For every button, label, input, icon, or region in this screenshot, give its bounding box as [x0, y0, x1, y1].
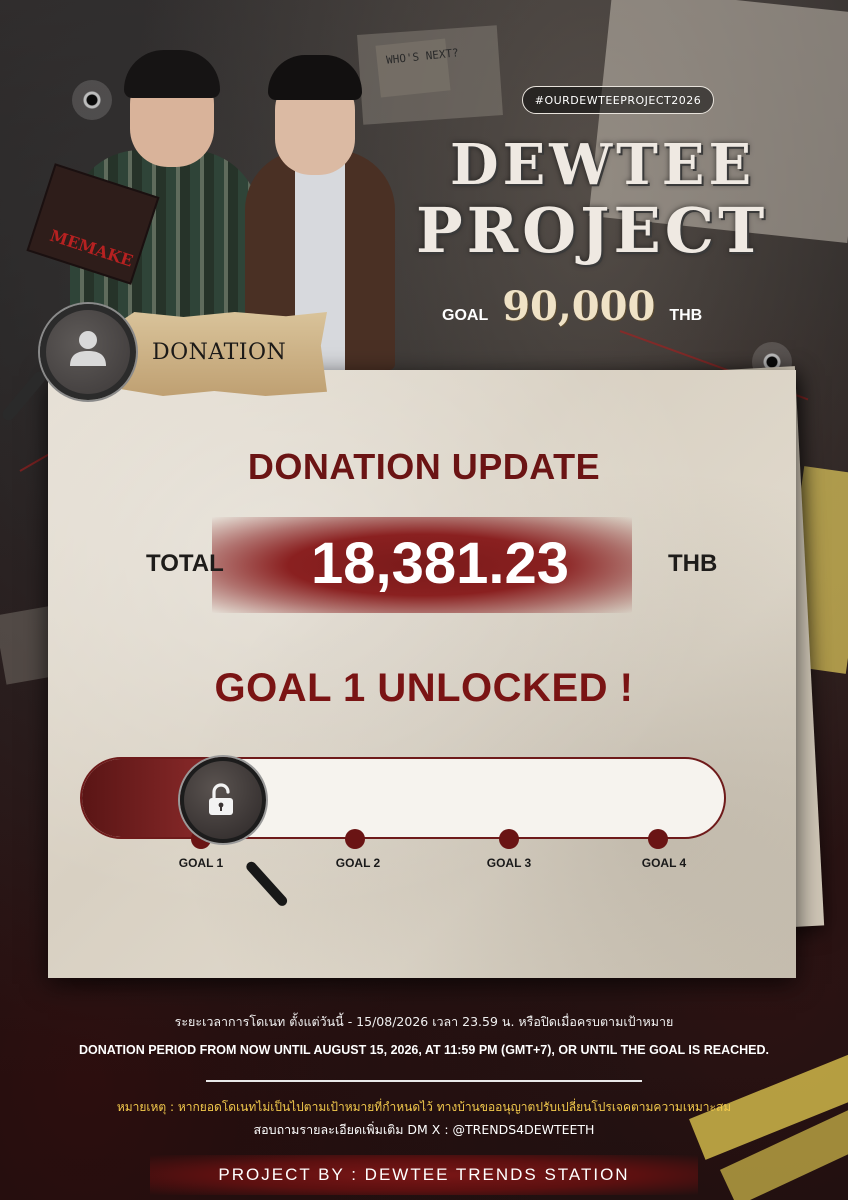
goal-marker-2: [345, 829, 365, 849]
project-title-line2: PROJECT: [416, 194, 769, 267]
hashtag-pill: #OURDEWTEEPROJECT2026: [522, 86, 714, 114]
donation-tag-label: DONATION: [152, 340, 287, 365]
goal-label: GOAL: [442, 307, 489, 324]
update-title: DONATION UPDATE: [247, 446, 601, 487]
goal-unit: THB: [669, 307, 703, 324]
goal-status: GOAL 1 UNLOCKED !: [214, 666, 634, 710]
goal-label-4: GOAL 4: [641, 856, 687, 870]
total-unit: THB: [668, 550, 718, 577]
total-label: TOTAL: [146, 550, 224, 577]
unlocked-padlock-icon: [209, 783, 233, 815]
goal-label-1: GOAL 1: [178, 856, 224, 870]
donation-period-english: DONATION PERIOD FROM NOW UNTIL AUGUST 15…: [78, 1043, 769, 1057]
contact-text: สอบถามรายละเอียดเพิ่มเติม DM X : @TRENDS…: [253, 1122, 595, 1137]
note-text: หมายเหตุ : หากยอดโดเนทไม่เป็นไปตามเป้าหม…: [116, 1100, 732, 1114]
project-title-line1: DEWTEE: [450, 132, 756, 198]
donation-period-thai: ระยะเวลาการโดเนท ตั้งแต่วันนี้ - 15/08/2…: [174, 1014, 674, 1029]
progress-bar: [80, 757, 726, 839]
goal-marker-4: [648, 829, 668, 849]
goal-marker-3: [499, 829, 519, 849]
divider: [206, 1080, 642, 1082]
user-icon: [70, 331, 106, 366]
project-credit: PROJECT BY : DEWTEE TRENDS STATION: [218, 1165, 630, 1184]
total-amount: 18,381.23: [310, 531, 570, 596]
bullet-hole-icon: [72, 80, 112, 120]
goal-label-2: GOAL 2: [335, 856, 381, 870]
goal-amount: 90,000: [502, 283, 656, 330]
goal-label-3: GOAL 3: [486, 856, 532, 870]
goal-row: GOAL 90,000 THB: [442, 283, 702, 330]
